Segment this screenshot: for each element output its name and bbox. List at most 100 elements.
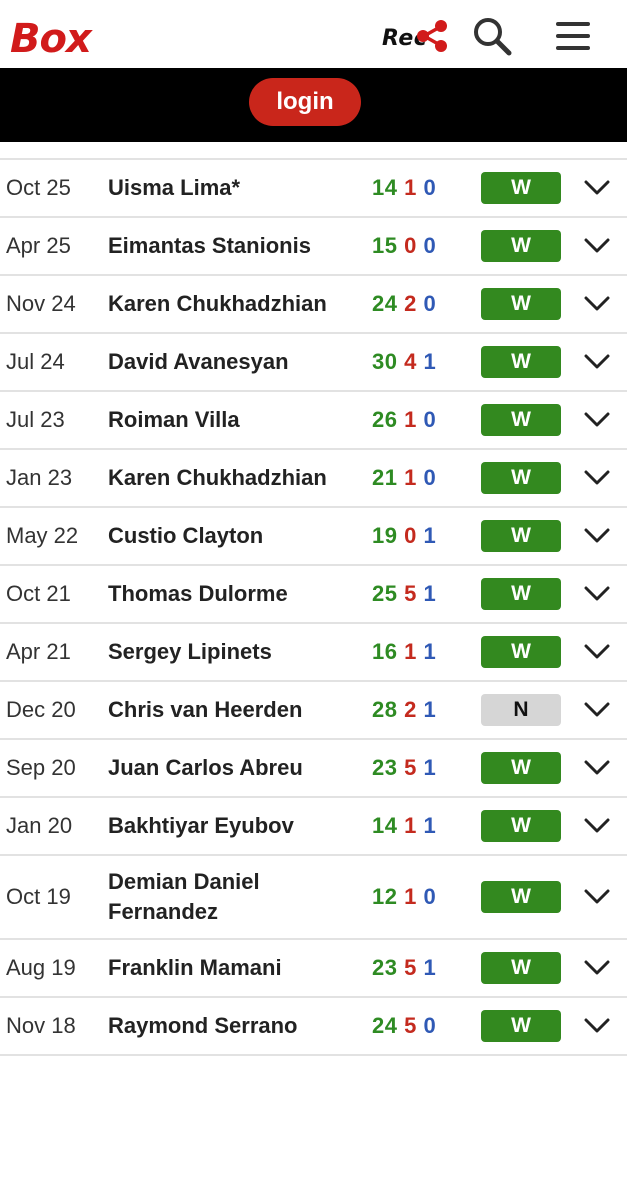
opponent-record: 25 5 1 [372,581,436,607]
record-wins: 24 [372,291,398,316]
result-badge: W [481,520,561,552]
chevron-down-icon[interactable] [583,464,611,492]
fight-row[interactable]: May 22 Custio Clayton 19 0 1 W [0,508,627,566]
fight-date: Oct 19 [6,884,71,909]
record-losses: 4 [404,349,417,374]
share-icon[interactable] [410,14,454,58]
chevron-down-icon[interactable] [583,522,611,550]
record-draws: 1 [423,697,437,722]
record-losses: 1 [404,813,417,838]
result-badge: W [481,230,561,262]
record-wins: 14 [372,175,398,200]
result-badge: W [481,346,561,378]
opponent-name-link[interactable]: Custio Clayton [108,521,348,551]
fight-row[interactable]: Oct 19 Demian Daniel Fernandez 12 1 0 W [0,856,627,940]
record-draws: 1 [423,523,437,548]
chevron-down-icon[interactable] [583,290,611,318]
opponent-name-link[interactable]: Chris van Heerden [108,695,348,725]
fight-row[interactable]: Aug 19 Franklin Mamani 23 5 1 W [0,940,627,998]
record-draws: 0 [423,465,437,490]
chevron-down-icon[interactable] [583,638,611,666]
menu-icon[interactable] [551,14,595,58]
result-badge: W [481,462,561,494]
opponent-name-link[interactable]: Sergey Lipinets [108,637,348,667]
record-wins: 28 [372,697,398,722]
opponent-name-link[interactable]: Franklin Mamani [108,953,348,983]
record-draws: 0 [423,175,437,200]
record-draws: 0 [423,407,437,432]
fight-date: Oct 21 [6,581,71,606]
record-losses: 1 [404,407,417,432]
fight-row[interactable]: Jan 23 Karen Chukhadzhian 21 1 0 W [0,450,627,508]
opponent-name-link[interactable]: Roiman Villa [108,405,348,435]
record-draws: 1 [423,639,437,664]
record-losses: 5 [404,1013,417,1038]
chevron-down-icon[interactable] [583,812,611,840]
chevron-down-icon[interactable] [583,696,611,724]
fight-row[interactable]: Dec 20 Chris van Heerden 28 2 1 N [0,682,627,740]
chevron-down-icon[interactable] [583,954,611,982]
search-icon[interactable] [470,14,514,58]
opponent-name-link[interactable]: Karen Chukhadzhian [108,289,348,319]
record-draws: 0 [423,291,437,316]
header: Box Rec [0,0,627,68]
result-badge: W [481,881,561,913]
opponent-name-link[interactable]: Bakhtiyar Eyubov [108,811,348,841]
record-losses: 0 [404,523,417,548]
record-draws: 1 [423,581,437,606]
chevron-down-icon[interactable] [583,174,611,202]
fight-date: May 22 [6,523,79,548]
record-losses: 5 [404,755,417,780]
record-draws: 1 [423,813,437,838]
result-badge: W [481,404,561,436]
fight-row[interactable]: Nov 18 Raymond Serrano 24 5 0 W [0,998,627,1056]
opponent-name-link[interactable]: Raymond Serrano [108,1011,348,1041]
opponent-record: 14 1 0 [372,175,436,201]
record-losses: 5 [404,581,417,606]
opponent-name-link[interactable]: Demian Daniel Fernandez [108,867,348,927]
fight-row[interactable]: Jul 24 David Avanesyan 30 4 1 W [0,334,627,392]
fight-row[interactable]: Jan 20 Bakhtiyar Eyubov 14 1 1 W [0,798,627,856]
record-losses: 5 [404,955,417,980]
opponent-name-link[interactable]: Thomas Dulorme [108,579,348,609]
result-badge: W [481,172,561,204]
record-losses: 1 [404,175,417,200]
result-badge: W [481,1010,561,1042]
chevron-down-icon[interactable] [583,883,611,911]
fight-date: Jul 24 [6,349,65,374]
logo-box-text: Box [10,16,92,62]
chevron-down-icon[interactable] [583,754,611,782]
fight-date: Jul 23 [6,407,65,432]
fight-row[interactable]: Jul 23 Roiman Villa 26 1 0 W [0,392,627,450]
fight-row[interactable]: Apr 25 Eimantas Stanionis 15 0 0 W [0,218,627,276]
fight-date: Nov 18 [6,1013,76,1038]
fight-row[interactable]: Oct 21 Thomas Dulorme 25 5 1 W [0,566,627,624]
opponent-name-link[interactable]: David Avanesyan [108,347,348,377]
boxrec-logo[interactable]: Box Rec [10,16,427,62]
fight-date: Jan 23 [6,465,73,490]
opponent-record: 30 4 1 [372,349,436,375]
fight-date: Apr 21 [6,639,71,664]
chevron-down-icon[interactable] [583,1012,611,1040]
opponent-name-link[interactable]: Eimantas Stanionis [108,231,348,261]
chevron-down-icon[interactable] [583,232,611,260]
result-badge: W [481,752,561,784]
opponent-name-link[interactable]: Juan Carlos Abreu [108,753,348,783]
fight-row[interactable]: Apr 21 Sergey Lipinets 16 1 1 W [0,624,627,682]
opponent-name-link[interactable]: Karen Chukhadzhian [108,463,348,493]
login-button[interactable]: login [249,78,361,126]
fight-row[interactable]: Sep 20 Juan Carlos Abreu 23 5 1 W [0,740,627,798]
record-wins: 14 [372,813,398,838]
fight-date: Apr 25 [6,233,71,258]
fight-row[interactable]: Oct 25 Uisma Lima* 14 1 0 W [0,160,627,218]
chevron-down-icon[interactable] [583,348,611,376]
record-draws: 0 [423,1013,437,1038]
chevron-down-icon[interactable] [583,580,611,608]
fight-row[interactable]: Nov 24 Karen Chukhadzhian 24 2 0 W [0,276,627,334]
record-losses: 2 [404,697,417,722]
chevron-down-icon[interactable] [583,406,611,434]
opponent-record: 16 1 1 [372,639,436,665]
opponent-name-link[interactable]: Uisma Lima* [108,173,348,203]
opponent-record: 24 5 0 [372,1013,436,1039]
record-wins: 19 [372,523,398,548]
